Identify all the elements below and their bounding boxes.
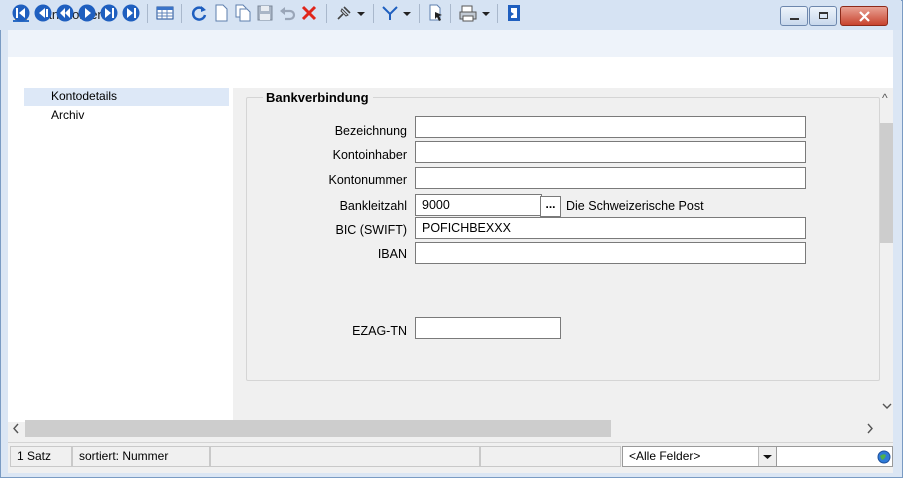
- toolbar-separator: [450, 4, 451, 23]
- field-filter-select[interactable]: <Alle Felder>: [622, 446, 776, 467]
- pin-dropdown-icon[interactable]: [355, 3, 367, 23]
- maximize-button[interactable]: [809, 6, 837, 26]
- label-kontonummer: Kontonummer: [328, 173, 407, 187]
- close-icon: [859, 11, 870, 22]
- scroll-up-icon[interactable]: ^: [882, 92, 888, 104]
- next-page-icon[interactable]: [99, 3, 119, 23]
- export-icon[interactable]: [426, 3, 446, 23]
- filter-icon[interactable]: [380, 3, 400, 23]
- label-kontoinhaber: Kontoinhaber: [332, 148, 407, 162]
- bezeichnung-field[interactable]: [415, 116, 806, 138]
- filter-dropdown-icon[interactable]: [401, 3, 413, 23]
- label-bezeichnung: Bezeichnung: [334, 124, 407, 138]
- toolbar-separator: [373, 4, 374, 23]
- client-area: [8, 57, 893, 88]
- horizontal-scroll-thumb[interactable]: [25, 420, 611, 437]
- toolbar-separator: [147, 4, 148, 23]
- last-record-icon[interactable]: [121, 3, 141, 23]
- toolbar-separator: [326, 4, 327, 23]
- maximize-icon: [819, 12, 828, 19]
- new-record-icon[interactable]: [211, 3, 231, 23]
- globe-icon[interactable]: [877, 450, 891, 464]
- nav-item-archiv[interactable]: Archiv: [24, 107, 229, 125]
- bankleitzahl-field[interactable]: 9000: [415, 194, 542, 216]
- previous-record-icon[interactable]: [55, 3, 75, 23]
- toolbar: [8, 30, 893, 57]
- close-button[interactable]: [840, 6, 888, 26]
- quick-search-input[interactable]: [776, 446, 893, 467]
- record-count: 1 Satz: [10, 446, 72, 467]
- bank-lookup-button[interactable]: ...: [540, 196, 561, 217]
- toolbar-separator: [497, 4, 498, 23]
- next-record-icon[interactable]: [77, 3, 97, 23]
- save-icon[interactable]: [255, 3, 275, 23]
- toolbar-separator: [419, 4, 420, 23]
- table-view-icon[interactable]: [155, 3, 175, 23]
- kontoinhaber-field[interactable]: [415, 141, 806, 163]
- label-bic: BIC (SWIFT): [335, 223, 407, 237]
- first-record-icon[interactable]: [11, 3, 31, 23]
- navigation-pane: [8, 88, 232, 422]
- pin-icon[interactable]: [334, 3, 354, 23]
- status-cell: [210, 446, 480, 467]
- label-iban: IBAN: [377, 247, 407, 261]
- copy-record-icon[interactable]: [233, 3, 253, 23]
- previous-page-icon[interactable]: [33, 3, 53, 23]
- scroll-down-icon[interactable]: [882, 402, 892, 410]
- chevron-down-icon: [763, 455, 772, 459]
- scroll-left-icon[interactable]: [12, 423, 20, 434]
- nav-item-kontodetails[interactable]: Kontodetails: [24, 88, 229, 106]
- group-title: Bankverbindung: [263, 90, 373, 105]
- minimize-button[interactable]: [780, 6, 808, 26]
- vertical-scroll-thumb[interactable]: [880, 123, 893, 243]
- ezag-field[interactable]: [415, 317, 561, 339]
- undo-icon[interactable]: [277, 3, 297, 23]
- toolbar-separator: [181, 4, 182, 23]
- bic-field[interactable]: POFICHBEXXX: [415, 217, 806, 239]
- status-cell: [480, 446, 621, 467]
- scroll-right-icon[interactable]: [866, 423, 874, 434]
- minimize-icon: [790, 18, 799, 20]
- field-filter-dropdown[interactable]: [758, 447, 776, 466]
- label-bankleitzahl: Bankleitzahl: [339, 199, 407, 213]
- kontonummer-field[interactable]: [415, 167, 806, 189]
- sort-status: sortiert: Nummer: [72, 446, 210, 467]
- delete-icon[interactable]: [299, 3, 319, 23]
- refresh-icon[interactable]: [189, 3, 209, 23]
- bank-name: Die Schweizerische Post: [566, 199, 704, 213]
- print-icon[interactable]: [458, 3, 478, 23]
- close-form-icon[interactable]: [504, 3, 524, 23]
- print-dropdown-icon[interactable]: [480, 3, 492, 23]
- label-ezag: EZAG-TN: [352, 324, 407, 338]
- iban-field[interactable]: [415, 242, 806, 264]
